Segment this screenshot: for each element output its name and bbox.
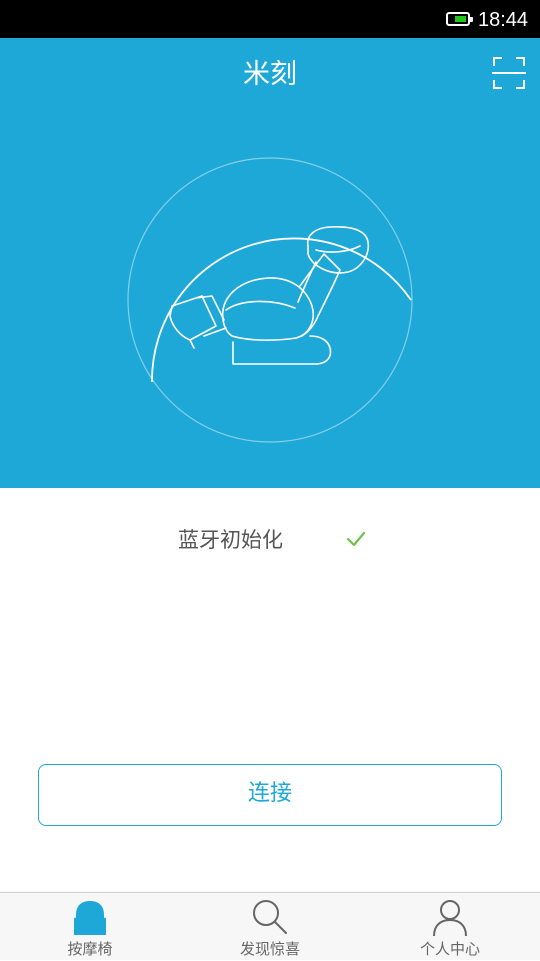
bottom-tab-bar: 按摩椅 发现惊喜 个人中心 [0, 892, 540, 960]
tab-discover[interactable]: 发现惊喜 [180, 893, 360, 961]
status-time: 18:44 [478, 9, 529, 31]
status-bar: 18:44 [0, 0, 540, 38]
connect-button[interactable]: 连接 [38, 764, 502, 826]
person-icon [433, 900, 467, 937]
tab-profile[interactable]: 个人中心 [360, 893, 540, 961]
massage-chair-icon [127, 157, 413, 443]
tab-label: 个人中心 [419, 940, 480, 958]
hero-panel: 米刻 [0, 38, 540, 488]
search-icon [253, 900, 287, 934]
tab-massage-chair[interactable]: 按摩椅 [0, 893, 180, 961]
progress-ring [127, 157, 413, 443]
massage-chair-tab-icon [74, 901, 106, 935]
tab-label: 发现惊喜 [239, 940, 300, 958]
battery-icon [446, 12, 473, 26]
scan-icon [492, 57, 526, 89]
tab-label: 按摩椅 [67, 940, 113, 958]
chair-illustration [120, 150, 420, 450]
bluetooth-init-label: 蓝牙初始化 [178, 528, 283, 552]
battery-level [455, 16, 466, 22]
page-title: 米刻 [243, 59, 297, 90]
scan-button[interactable] [490, 54, 528, 92]
check-icon [346, 531, 366, 547]
content-panel: 蓝牙初始化 连接 [0, 488, 540, 892]
